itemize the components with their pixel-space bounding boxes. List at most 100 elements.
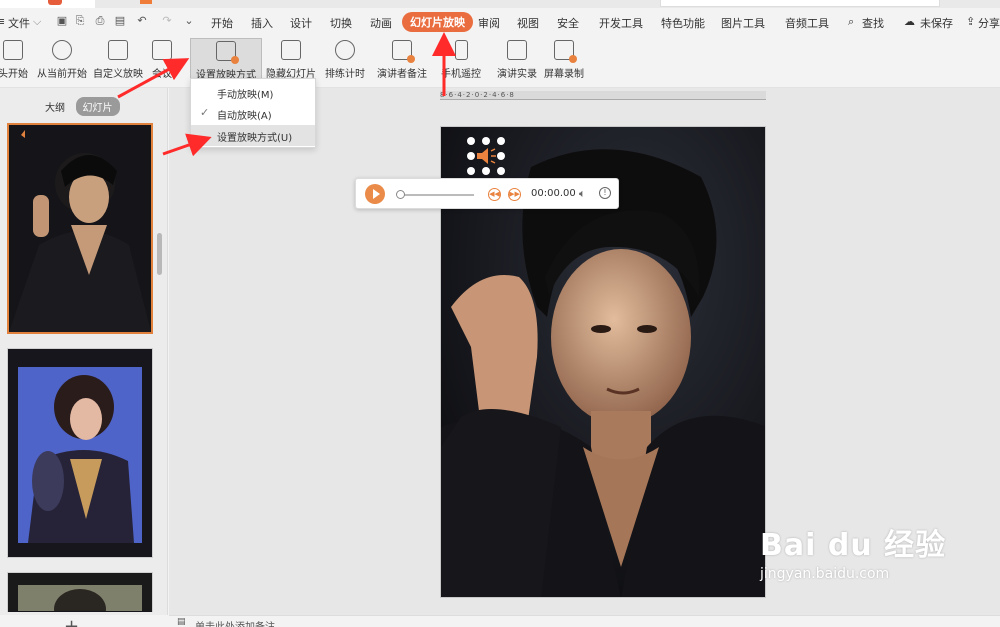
rehearse-timing-button[interactable]: 排练计时 (322, 38, 368, 84)
resize-handle[interactable] (467, 137, 475, 145)
menu-item-review[interactable]: 审阅 (478, 15, 500, 31)
slide-thumbnail[interactable] (7, 572, 153, 627)
more-icon[interactable]: ⌄ (183, 15, 195, 27)
home-icon[interactable]: ≡ (0, 15, 5, 28)
speaker-icon (477, 148, 496, 164)
resize-handle[interactable] (497, 167, 505, 175)
speaker-notes-label: 演讲者备注 (377, 69, 427, 80)
fast-forward-icon[interactable]: ▶▶ (508, 188, 521, 201)
window-caption-area (660, 0, 940, 7)
add-slide-button[interactable]: + (64, 616, 79, 627)
audio-object[interactable] (467, 137, 505, 175)
ribbon-toolbar: 头开始 从当前开始 自定义放映 会议 设置放映方式 隐藏幻灯片 排练计时 演讲者… (0, 36, 1000, 88)
play-icon[interactable] (365, 184, 385, 204)
menu-item-design[interactable]: 设计 (290, 15, 312, 31)
slideshow-mode-menu: 手动放映(M) ✓ 自动放映(A) 设置放映方式(U) (190, 78, 316, 148)
phone-remote-button[interactable]: 手机遥控 (438, 38, 484, 84)
screen-record-button[interactable]: 屏幕录制 (543, 38, 585, 84)
menu-item-slideshow[interactable]: 幻灯片放映 (402, 12, 473, 32)
settings-slide-icon (216, 41, 239, 64)
menu-bar: ≡ 文件 ⌵ ▣ ⎘ ⎙ ▤ ↶ ↷ ⌄ 开始 插入 设计 切换 动画 幻灯片放… (0, 8, 1000, 36)
menu-file[interactable]: 文件 (8, 15, 30, 31)
stopwatch-icon (335, 40, 355, 60)
menu-item-view[interactable]: 视图 (517, 15, 539, 31)
resize-handle[interactable] (467, 167, 475, 175)
horizontal-ruler: 8·6·4·2·0·2·4·6·8 (440, 91, 766, 100)
tab-indicator-icon (140, 0, 152, 4)
menu-item-transition[interactable]: 切换 (330, 15, 352, 31)
search-label[interactable]: 查找 (862, 15, 884, 31)
menu-item-auto[interactable]: ✓ 自动放映(A) (191, 103, 315, 124)
title-tab-strip (0, 0, 1000, 8)
play-icon (52, 40, 72, 60)
watermark-brand: Bai du 经验 (760, 528, 947, 563)
resize-handle[interactable] (497, 152, 505, 160)
menu-item-animation[interactable]: 动画 (370, 15, 392, 31)
custom-show-icon (108, 40, 128, 60)
hide-slide-icon (281, 40, 301, 60)
audio-player: ◀◀ ▶▶ 00:00.00 🔈︎ ! (355, 178, 619, 209)
slides-panel: 大纲 幻灯片 + (0, 88, 168, 627)
share-button[interactable]: 分享 (978, 15, 1000, 31)
volume-icon[interactable]: 🔈︎ (579, 187, 586, 201)
menu-item-settings[interactable]: 设置放映方式(U) (191, 125, 315, 146)
tab-outline[interactable]: 大纲 (38, 97, 72, 116)
screen-icon (3, 40, 23, 60)
panel-tabs: 大纲 幻灯片 (38, 97, 120, 116)
custom-show-label: 自定义放映 (93, 69, 143, 80)
slide-thumbnail[interactable] (7, 348, 153, 558)
app-window: ≡ 文件 ⌵ ▣ ⎘ ⎙ ▤ ↶ ↷ ⌄ 开始 插入 设计 切换 动画 幻灯片放… (0, 0, 1000, 627)
play-from-start-label: 头开始 (0, 69, 28, 80)
play-from-start-button[interactable]: 头开始 (0, 38, 30, 84)
save-icon[interactable]: ▣ (56, 15, 68, 27)
menu-item-developer[interactable]: 开发工具 (599, 15, 643, 31)
slide-thumbnail[interactable] (7, 123, 153, 334)
menu-item-picture-tools[interactable]: 图片工具 (721, 15, 765, 31)
menu-item-insert[interactable]: 插入 (251, 15, 273, 31)
resize-handle[interactable] (497, 137, 505, 145)
progress-track[interactable] (400, 194, 474, 196)
notes-bar[interactable]: ▤ 单击此处添加备注 (169, 615, 1000, 627)
speaker-notes-button[interactable]: 演讲者备注 (376, 38, 428, 84)
print-icon[interactable]: ⎙ (94, 15, 106, 27)
portrait-image (8, 573, 152, 627)
record-speech-button[interactable]: 演讲实录 (496, 38, 538, 84)
meeting-button[interactable]: 会议 (148, 38, 176, 84)
screen-record-label: 屏幕录制 (544, 69, 584, 80)
menu-item-security[interactable]: 安全 (557, 15, 579, 31)
menu-item-audio-tools[interactable]: 音频工具 (785, 15, 829, 31)
info-icon[interactable]: ! (599, 187, 611, 199)
portrait-image (9, 125, 151, 332)
search-icon[interactable]: ⌕ (848, 15, 854, 29)
save-status[interactable]: 未保存 (920, 15, 953, 31)
menu-item-start[interactable]: 开始 (211, 15, 233, 31)
tab-slides[interactable]: 幻灯片 (75, 97, 120, 116)
cloud-icon: ☁ (904, 15, 915, 28)
menu-item-features[interactable]: 特色功能 (661, 15, 705, 31)
resize-handle[interactable] (482, 137, 490, 145)
progress-knob[interactable] (396, 190, 405, 199)
check-icon: ✓ (200, 106, 210, 119)
playback-time: 00:00.00 (531, 188, 576, 199)
video-camera-icon (507, 40, 527, 60)
rehearse-timing-label: 排练计时 (325, 69, 365, 80)
export-icon[interactable]: ⎘ (74, 15, 86, 27)
rewind-icon[interactable]: ◀◀ (488, 188, 501, 201)
resize-handle[interactable] (482, 167, 490, 175)
play-from-current-button[interactable]: 从当前开始 (36, 38, 88, 84)
resize-handle[interactable] (467, 152, 475, 160)
record-speech-label: 演讲实录 (497, 69, 537, 80)
custom-show-button[interactable]: 自定义放映 (92, 38, 144, 84)
meeting-icon (152, 40, 172, 60)
notes-placeholder[interactable]: 单击此处添加备注 (195, 618, 275, 627)
meeting-label: 会议 (152, 69, 172, 80)
share-icon[interactable]: ⇪ (966, 15, 975, 28)
preview-icon[interactable]: ▤ (114, 15, 126, 27)
redo-icon[interactable]: ↷ (161, 15, 173, 27)
menu-item-manual[interactable]: 手动放映(M) (191, 82, 315, 103)
undo-icon[interactable]: ↶ (136, 15, 148, 27)
notes-icon: ▤ (177, 617, 186, 627)
screen-record-icon (554, 40, 577, 63)
panel-scrollbar[interactable] (157, 233, 162, 275)
file-dropdown-icon[interactable]: ⌵ (33, 15, 41, 29)
